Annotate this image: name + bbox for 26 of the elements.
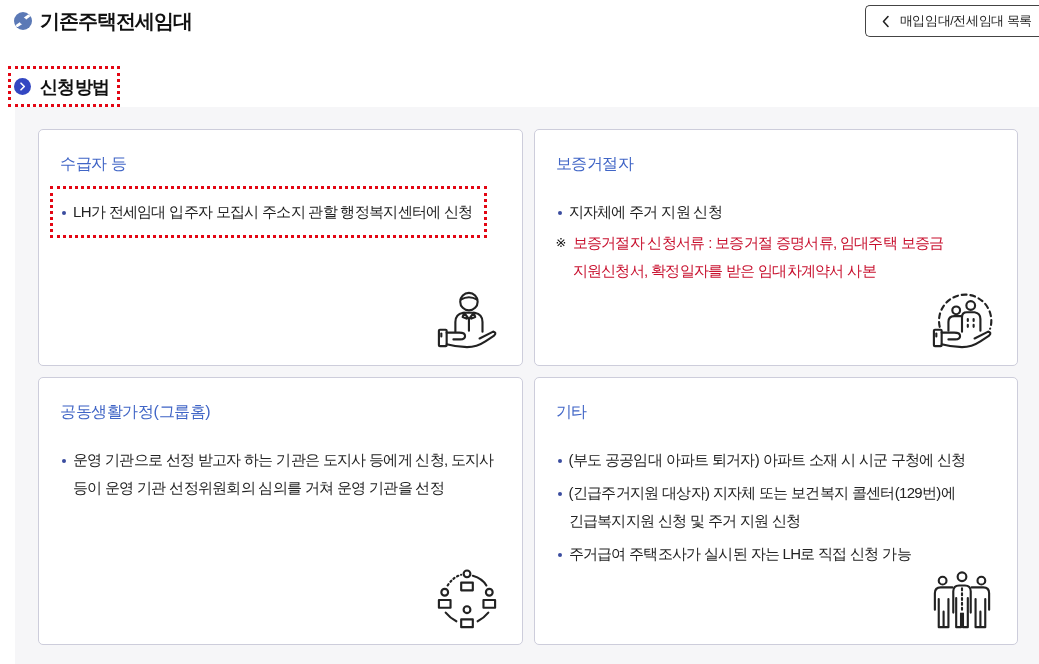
bullet-icon <box>557 459 562 463</box>
list-button[interactable]: 매입임대/전세임대 목록 <box>864 5 1039 37</box>
bullet-icon <box>557 211 562 215</box>
item-text: (긴급주거지원 대상자) 지자체 또는 보건복지 콜센터(129번)에 긴급복지지원 신청 및 주거 지원 신청 <box>568 483 956 531</box>
chevron-left-icon <box>881 14 890 28</box>
item-text: LH가 전세임대 입주자 모집시 주소지 관할 행정복지센터에 신청 <box>73 202 473 222</box>
card-title: 기타 <box>555 402 588 422</box>
item-text: (부도 공공임대 아파트 퇴거자) 아파트 소재 시 시군 구청에 신청 <box>568 450 966 470</box>
item-text: 운영 기관으로 선정 받고자 하는 기관은 도지사 등에게 신청, 도지사 등이 운영 기관 선정위원회의 심의를 거쳐 운영 기관을 선정 <box>73 450 495 498</box>
group-of-people-icon <box>931 569 993 631</box>
item-text: 지자체에 주거 지원 신청 <box>568 202 722 222</box>
bullet-icon <box>62 211 66 215</box>
section-title: 신청방법 <box>40 75 110 99</box>
item-text: 주거급여 주택조사가 실시된 자는 LH로 직접 신청 가능 <box>568 544 911 564</box>
note-mark: ※ <box>555 234 568 252</box>
people-circle-icon <box>435 569 498 631</box>
chevron-circle-icon <box>14 78 31 95</box>
bullet-icon <box>557 492 562 496</box>
note-text: 보증거절자 신청서류 : 보증거절 증명서류, 임대주택 보증금 지원신청서, 확정일자를 받은 임대차계약서 사본 <box>572 233 945 281</box>
bullet-icon <box>557 553 562 557</box>
logo-icon <box>14 12 32 30</box>
bullet-icon <box>62 459 66 463</box>
card-title: 수급자 등 <box>60 154 128 174</box>
card-title: 공동생활가정(그룹홈) <box>60 402 212 422</box>
page-title: 기존주택전세임대 <box>40 9 192 34</box>
card-title: 보증거절자 <box>555 154 635 174</box>
